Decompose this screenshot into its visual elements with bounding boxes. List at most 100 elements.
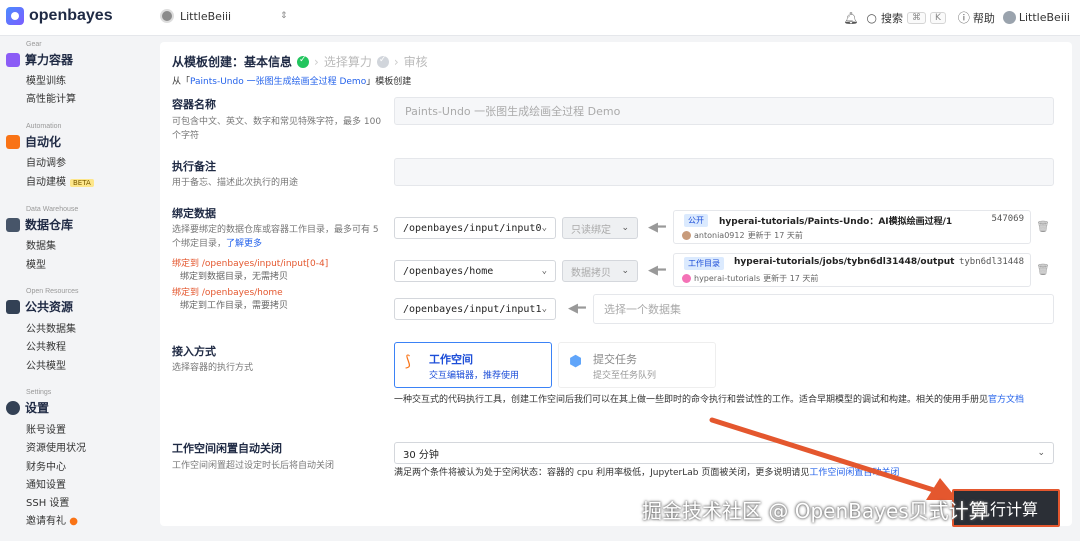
chevron-right-icon: › — [393, 54, 399, 69]
bind-path-value: /openbayes/input/input0 — [403, 222, 542, 234]
search-button[interactable]: ○ 搜索 ⌘ K — [866, 10, 946, 26]
trash-icon[interactable]: 🗑︎ — [1036, 263, 1050, 276]
task-mode-title: 提交任务 — [593, 353, 637, 366]
task-mode-sub: 提交至任务队列 — [593, 371, 657, 381]
help-button[interactable]: ⓘ 帮助 — [958, 9, 995, 26]
access-mode-hint: 选择容器的执行方式 — [172, 363, 254, 373]
dataset-picker-input[interactable]: 选择一个数据集 — [593, 294, 1054, 324]
chevron-right-icon: › — [314, 54, 319, 69]
sidebar-caption-data: Data Warehouse — [26, 206, 79, 213]
sidebar-section-settings[interactable]: 设置 — [6, 399, 49, 416]
bind-card-owner: hyperai-tutorials — [694, 274, 761, 283]
watermark: 掘金技术社区 @ OpenBayes贝式计算 — [642, 499, 989, 523]
template-link[interactable]: Paints-Undo 一张图生成绘画全过程 Demo — [190, 77, 366, 87]
jupyter-icon: ⟆ — [405, 352, 411, 370]
sidebar-item-finance[interactable]: 财务中心 — [26, 458, 66, 473]
kbd-cmd: ⌘ — [906, 11, 926, 24]
avatar — [682, 231, 691, 240]
sidebar-item-automodel[interactable]: 自动建模 BETA — [26, 173, 94, 188]
chevron-down-icon: ⌄ — [541, 266, 547, 276]
sidebar-item-invite[interactable]: 邀请有礼 ● — [26, 512, 78, 527]
sidebar-item-public-tutorials[interactable]: 公共教程 — [26, 338, 66, 353]
bind-card-updated: 更新于 17 天前 — [763, 274, 819, 283]
sidebar: Gear 算力容器 模型训练 高性能计算 Automation 自动化 自动调参… — [0, 36, 155, 541]
exec-note-label: 执行备注 — [172, 160, 216, 173]
sidebar-section-data[interactable]: 数据仓库 — [6, 216, 73, 233]
sidebar-section-title: 公共资源 — [25, 300, 74, 314]
sidebar-item-usage[interactable]: 资源使用状况 — [26, 439, 86, 454]
arrow-left-icon: ◀━ — [648, 263, 666, 278]
avatar — [1002, 11, 1016, 24]
sidebar-section-gear[interactable]: 算力容器 — [6, 51, 73, 68]
sidebar-item-account[interactable]: 账号设置 — [26, 421, 66, 436]
database-icon — [6, 217, 20, 232]
workdir-badge: 工作目录 — [684, 257, 724, 270]
sidebar-item-autotune[interactable]: 自动调参 — [26, 154, 66, 169]
chevron-down-icon: ⌄ — [621, 223, 629, 233]
bind-note-input: 绑定到 /openbayes/input/input[0-4] 绑定到数据目录，… — [172, 258, 328, 284]
chevron-updown-icon: ⇕ — [280, 11, 288, 21]
sidebar-section-title: 设置 — [25, 401, 50, 415]
help-icon: ⓘ — [957, 11, 970, 25]
task-mode-card[interactable]: ⬢ 提交任务 提交至任务队列 — [558, 342, 716, 388]
bind-path-value: /openbayes/home — [403, 265, 494, 277]
search-icon: ○ — [866, 10, 877, 25]
avatar — [682, 274, 691, 283]
help-label: 帮助 — [972, 11, 995, 25]
sidebar-item-public-datasets[interactable]: 公共数据集 — [26, 320, 76, 335]
docs-link[interactable]: 官方文档 — [988, 395, 1024, 405]
bind-card-id: tybn6dl31448 — [958, 257, 1024, 267]
learn-more-link[interactable]: 了解更多 — [226, 239, 262, 249]
sidebar-item-datasets[interactable]: 数据集 — [26, 237, 56, 252]
bind-note-input-path: 绑定到 /openbayes/input/input[0-4] — [172, 259, 329, 269]
logo[interactable]: openbayes — [6, 7, 113, 25]
user-menu[interactable]: LittleBeiii — [1002, 11, 1070, 24]
template-source-prefix: 从「 — [172, 77, 191, 87]
sidebar-caption-gear: Gear — [26, 41, 42, 48]
bind-card-id: 547069 — [991, 214, 1024, 224]
workspace-mode-title: 工作空间 — [429, 353, 473, 366]
arrow-left-icon: ◀━ — [568, 301, 586, 316]
bind-card-meta: hyperai-tutorials 更新于 17 天前 — [682, 273, 818, 284]
sidebar-item-notifications[interactable]: 通知设置 — [26, 476, 66, 491]
user-name: LittleBeiii — [1018, 11, 1070, 24]
bind-mode-select-1[interactable]: 只读绑定 ⌄ — [562, 217, 638, 239]
sidebar-item-hpc[interactable]: 高性能计算 — [26, 90, 76, 105]
bind-path-value: /openbayes/input/input1 — [403, 303, 542, 315]
template-source: 从「Paints-Undo 一张图生成绘画全过程 Demo」模板创建 — [172, 74, 411, 87]
bind-card-1[interactable]: 公开 hyperai-tutorials/Paints-Undo：AI模拟绘画过… — [673, 210, 1031, 244]
bind-data-hint-text: 选择要绑定的数据仓库或容器工作目录，最多可有 5 个绑定目录， — [172, 225, 379, 249]
sidebar-item-ssh[interactable]: SSH 设置 — [26, 494, 69, 509]
bind-path-select-3[interactable]: /openbayes/input/input1 ⌄ — [394, 298, 556, 320]
bind-card-2[interactable]: 工作目录 hyperai-tutorials/jobs/tybn6dl31448… — [673, 253, 1031, 287]
sidebar-item-label: 自动建模 — [26, 177, 66, 188]
python-icon: ⬢ — [569, 352, 583, 370]
bell-icon[interactable]: 🔔︎ — [843, 11, 858, 25]
bind-card-name: hyperai-tutorials/Paints-Undo：AI模拟绘画过程/1 — [719, 217, 953, 227]
arrow-left-icon: ◀━ — [648, 220, 666, 235]
workspace-mode-card[interactable]: ⟆ 工作空间 交互编辑器，推荐使用 — [394, 342, 552, 388]
bind-path-select-2[interactable]: /openbayes/home ⌄ — [394, 260, 556, 282]
bind-card-meta: antonia0912 更新于 17 天前 — [682, 230, 803, 241]
sidebar-item-model-training[interactable]: 模型训练 — [26, 72, 66, 87]
exec-note-hint: 用于备忘、描述此次执行的用途 — [172, 178, 299, 188]
exec-note-input[interactable] — [394, 158, 1054, 186]
idle-shutdown-label: 工作空间闲置自动关闭 — [172, 442, 282, 455]
sidebar-section-title: 算力容器 — [25, 53, 74, 67]
sidebar-section-automation[interactable]: 自动化 — [6, 133, 61, 150]
container-name-hint: 可包含中文、英文、数字和常见特殊字符，最多 100 个字符 — [172, 117, 382, 141]
bind-path-select-1[interactable]: /openbayes/input/input0 ⌄ — [394, 217, 556, 239]
bind-note-home-path: 绑定到 /openbayes/home — [172, 288, 283, 298]
chevron-down-icon: ⌄ — [1037, 448, 1045, 458]
sidebar-item-public-models[interactable]: 公共模型 — [26, 357, 66, 372]
workspace-switcher[interactable]: LittleBeiii ⇕ — [160, 9, 288, 23]
check-circle-icon — [376, 55, 389, 68]
bind-note-home: 绑定到 /openbayes/home 绑定到工作目录，需要拷贝 — [172, 287, 288, 313]
container-name-input[interactable]: Paints-Undo 一张图生成绘画全过程 Demo — [394, 97, 1054, 125]
bind-mode-select-2[interactable]: 数据拷贝 ⌄ — [562, 260, 638, 282]
trash-icon[interactable]: 🗑︎ — [1036, 220, 1050, 233]
bind-mode-value: 数据拷贝 — [571, 267, 611, 279]
sidebar-item-models[interactable]: 模型 — [26, 256, 46, 271]
sidebar-section-open[interactable]: 公共资源 — [6, 298, 73, 315]
bind-card-owner: antonia0912 — [694, 231, 745, 240]
